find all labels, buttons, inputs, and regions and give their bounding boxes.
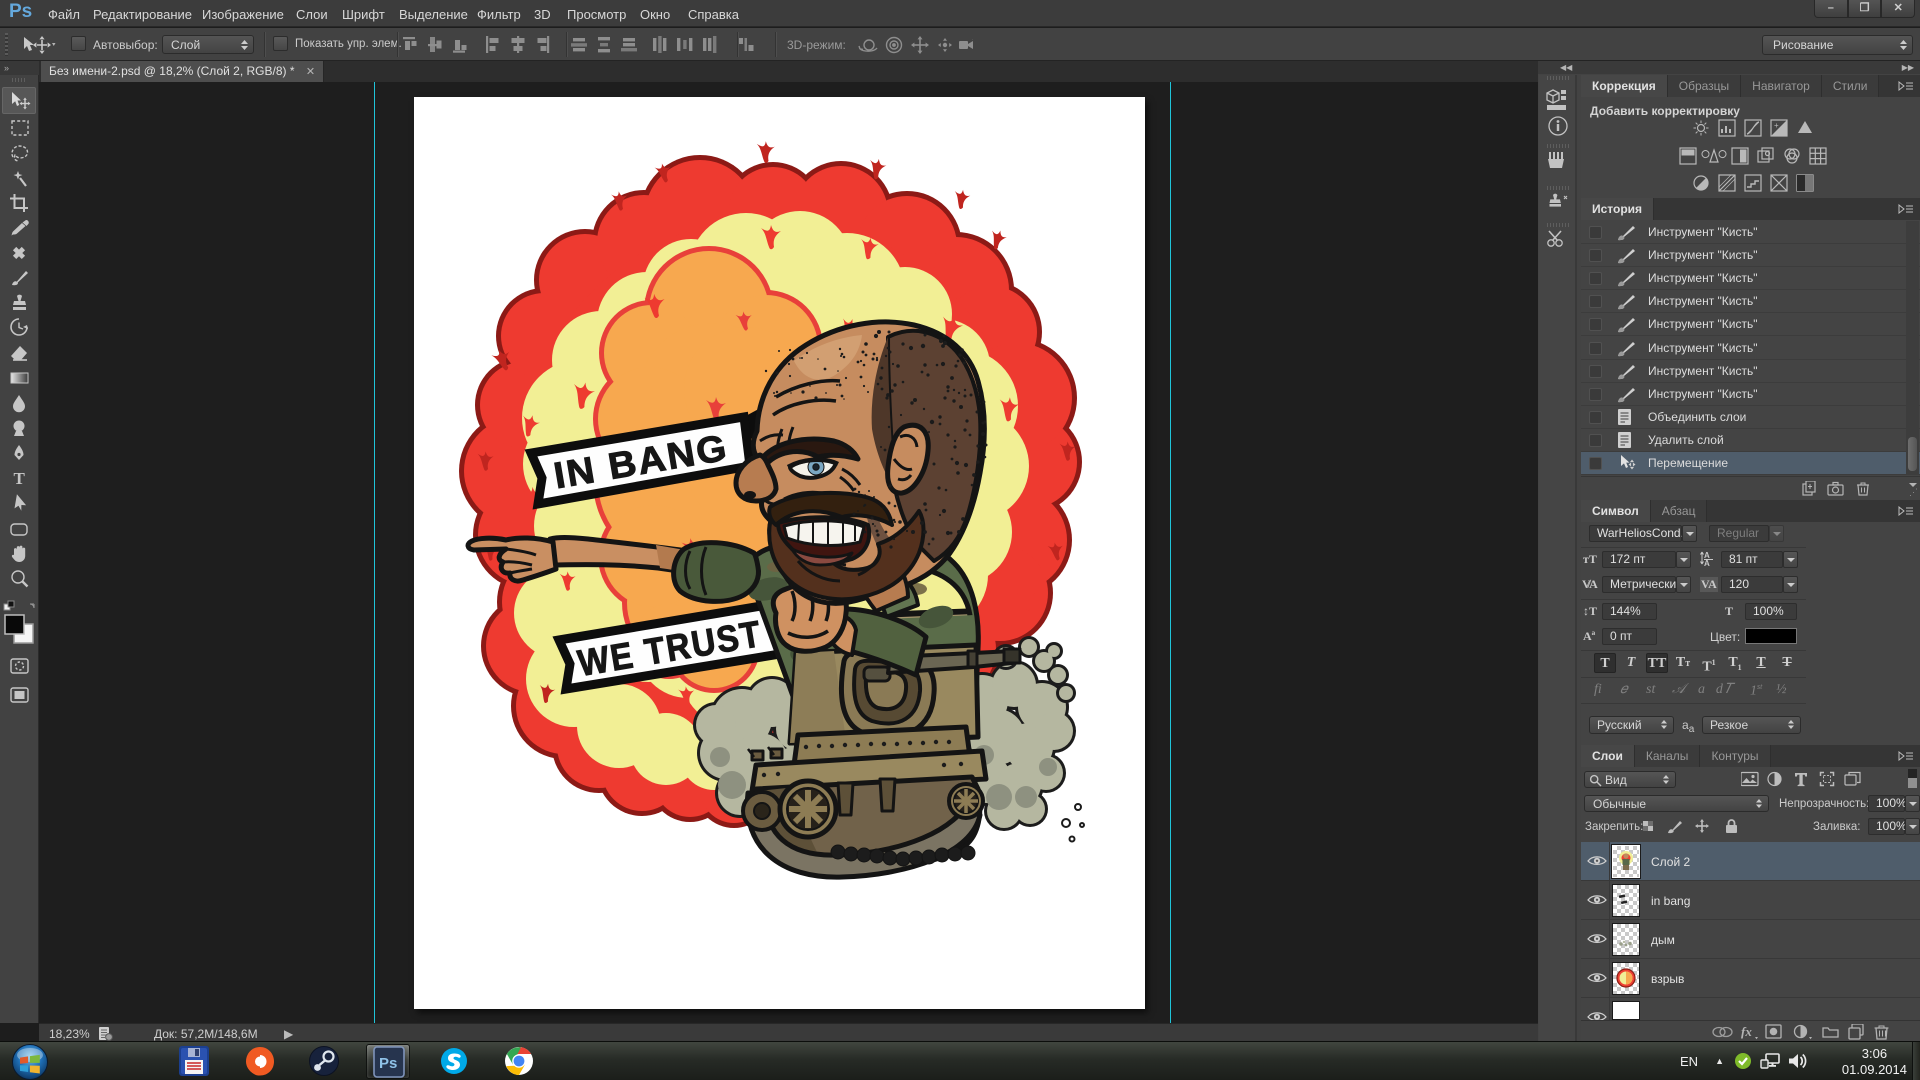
svg-text:3D-режим:: 3D-режим: — [787, 38, 846, 52]
svg-text:A: A — [1704, 559, 1710, 567]
svg-text:+: + — [1774, 121, 1779, 130]
svg-text:fx: fx — [1741, 1024, 1752, 1039]
svg-text:T: T — [14, 469, 26, 488]
svg-text:Ps: Ps — [379, 1055, 397, 1072]
